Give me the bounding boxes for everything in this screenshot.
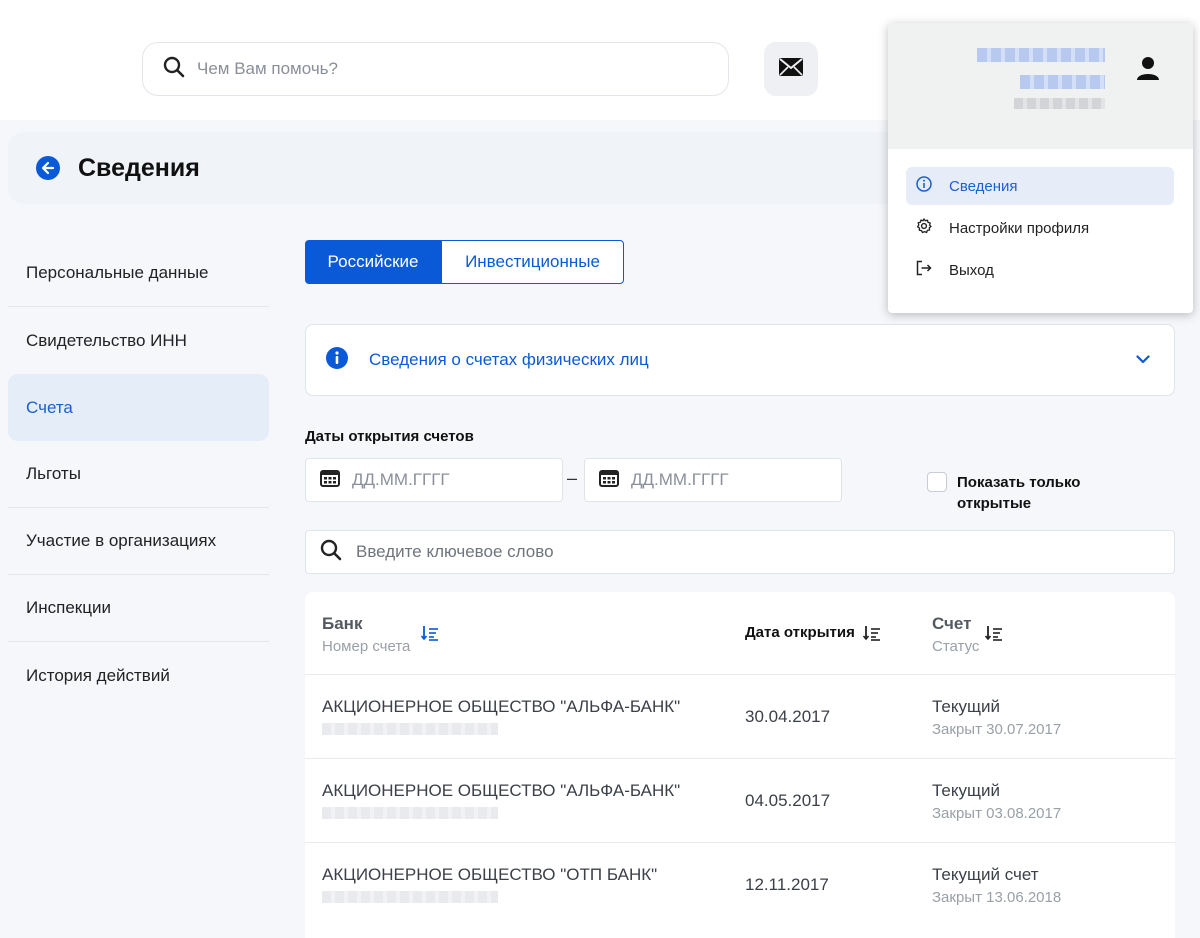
calendar-icon — [320, 469, 340, 492]
sidebar: Персональные данные Свидетельство ИНН Сч… — [8, 240, 269, 709]
search-icon — [320, 539, 342, 566]
table-row[interactable]: АКЦИОНЕРНОЕ ОБЩЕСТВО "ОТП БАНК" 12.11.20… — [305, 843, 1175, 927]
global-search-input[interactable]: Чем Вам помочь? — [142, 42, 729, 96]
envelope-icon — [779, 57, 803, 81]
column-account[interactable]: Счет — [932, 614, 971, 634]
table-header: Банк Номер счета Дата открытия Счет Стат… — [305, 592, 1175, 675]
table-row[interactable]: АКЦИОНЕРНОЕ ОБЩЕСТВО "АЛЬФА-БАНК" 30.04.… — [305, 675, 1175, 759]
row-open-date: 30.04.2017 — [745, 707, 831, 726]
redacted-account-number — [322, 807, 498, 819]
search-placeholder: Чем Вам помочь? — [197, 59, 338, 78]
sidebar-item-benefits[interactable]: Льготы — [8, 441, 269, 508]
sort-icon[interactable] — [420, 625, 439, 646]
only-open-checkbox[interactable] — [927, 472, 947, 492]
calendar-icon — [599, 469, 619, 492]
sidebar-item-accounts[interactable]: Счета — [8, 374, 269, 441]
info-icon — [916, 176, 932, 196]
menu-item-profile-settings-label: Настройки профиля — [949, 219, 1090, 237]
sidebar-item-history[interactable]: История действий — [8, 642, 269, 709]
row-open-date: 04.05.2017 — [745, 791, 831, 810]
accounts-table: Банк Номер счета Дата открытия Счет Стат… — [305, 592, 1175, 938]
row-status: Закрыт 13.06.2018 — [932, 889, 1062, 906]
back-button[interactable] — [36, 156, 60, 180]
menu-item-logout[interactable]: Выход — [906, 251, 1174, 289]
chevron-down-icon — [1136, 351, 1150, 369]
info-accordion[interactable]: Сведения о счетах физических лиц — [305, 324, 1175, 396]
logout-icon — [916, 260, 932, 280]
row-account-type: Текущий — [932, 781, 1000, 800]
keyword-search-input[interactable]: Введите ключевое слово — [305, 530, 1175, 574]
menu-item-logout-label: Выход — [949, 261, 994, 279]
user-icon — [1137, 56, 1159, 85]
redacted-user-name — [977, 48, 1105, 62]
row-open-date: 12.11.2017 — [745, 875, 829, 894]
column-bank[interactable]: Банк — [322, 614, 362, 634]
column-status: Статус — [932, 638, 980, 655]
row-bank-name: АКЦИОНЕРНОЕ ОБЩЕСТВО "АЛЬФА-БАНК" — [322, 781, 681, 800]
redacted-user-info — [1014, 98, 1105, 109]
only-open-label[interactable]: Показать только открытые — [957, 472, 1127, 514]
page-title: Сведения — [78, 153, 200, 182]
date-to-placeholder: ДД.ММ.ГГГГ — [631, 470, 729, 489]
info-accordion-title: Сведения о счетах физических лиц — [369, 350, 649, 369]
messages-button[interactable] — [764, 42, 818, 96]
gear-icon — [916, 218, 932, 238]
row-account-type: Текущий — [932, 697, 1000, 716]
row-status: Закрыт 03.08.2017 — [932, 805, 1062, 822]
date-to-input[interactable]: ДД.ММ.ГГГГ — [584, 458, 842, 502]
row-bank-name: АКЦИОНЕРНОЕ ОБЩЕСТВО "АЛЬФА-БАНК" — [322, 697, 681, 716]
row-status: Закрыт 30.07.2017 — [932, 721, 1062, 738]
search-icon — [163, 56, 185, 83]
sidebar-item-inn-certificate[interactable]: Свидетельство ИНН — [8, 307, 269, 374]
redacted-account-number — [322, 723, 498, 735]
tab-investment[interactable]: Инвестиционные — [441, 240, 624, 284]
sidebar-item-personal-data[interactable]: Персональные данные — [8, 240, 269, 307]
redacted-user-id — [1020, 75, 1105, 89]
column-open-date[interactable]: Дата открытия — [745, 624, 855, 641]
sidebar-item-inspections[interactable]: Инспекции — [8, 575, 269, 642]
dates-label: Даты открытия счетов — [305, 428, 474, 445]
date-from-input[interactable]: ДД.ММ.ГГГГ — [305, 458, 563, 502]
date-from-placeholder: ДД.ММ.ГГГГ — [352, 470, 450, 489]
row-account-type: Текущий счет — [932, 865, 1039, 884]
sort-icon[interactable] — [862, 625, 881, 646]
menu-item-profile-settings[interactable]: Настройки профиля — [906, 209, 1174, 247]
row-bank-name: АКЦИОНЕРНОЕ ОБЩЕСТВО "ОТП БАНК" — [322, 865, 658, 884]
menu-item-info[interactable]: Сведения — [906, 167, 1174, 205]
arrow-left-icon — [41, 161, 55, 175]
profile-header — [888, 23, 1193, 149]
info-icon — [326, 346, 348, 374]
profile-dropdown: Сведения Настройки профиля Выход — [888, 23, 1193, 313]
column-account-number: Номер счета — [322, 638, 411, 655]
sidebar-item-organizations[interactable]: Участие в организациях — [8, 508, 269, 575]
date-range-dash: – — [567, 468, 578, 488]
keyword-placeholder: Введите ключевое слово — [356, 542, 554, 561]
redacted-account-number — [322, 891, 498, 903]
tab-russian[interactable]: Российские — [305, 240, 441, 284]
sort-icon[interactable] — [984, 625, 1003, 646]
table-row[interactable]: АКЦИОНЕРНОЕ ОБЩЕСТВО "АЛЬФА-БАНК" 04.05.… — [305, 759, 1175, 843]
menu-item-info-label: Сведения — [949, 177, 1018, 195]
